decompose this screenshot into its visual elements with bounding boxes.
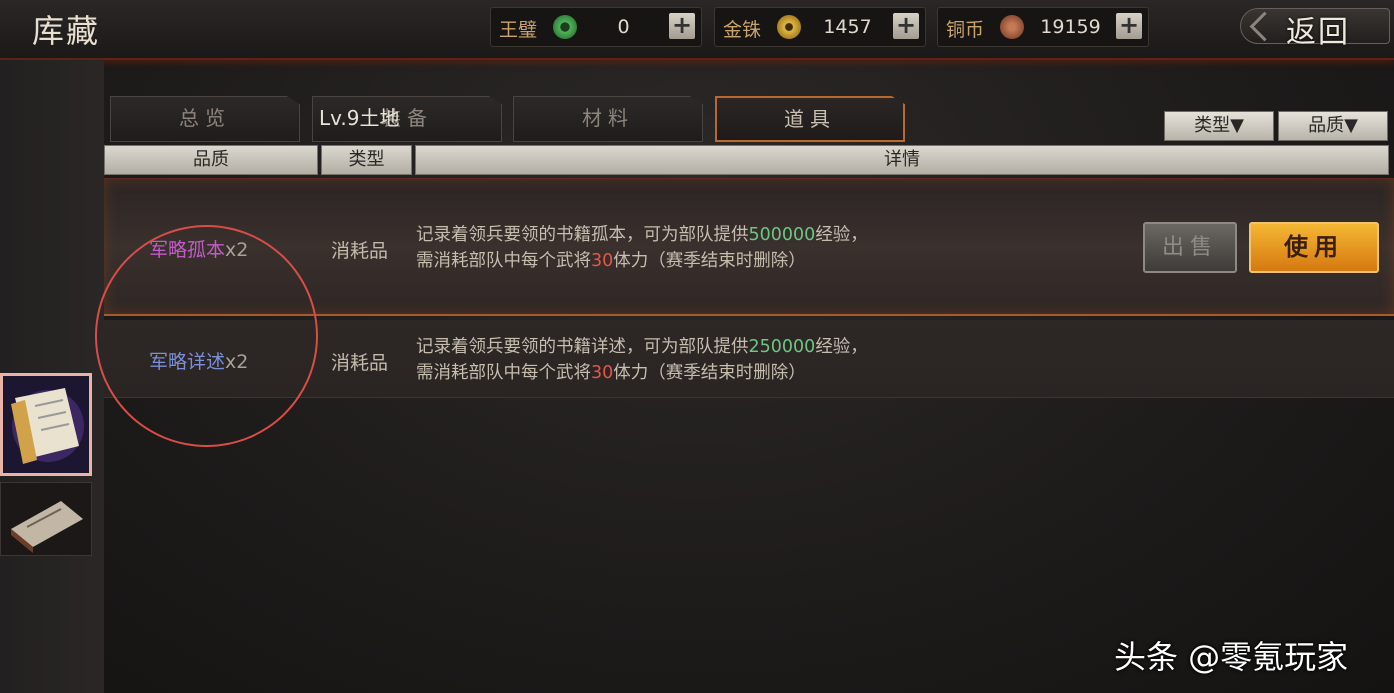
book-icon xyxy=(1,483,91,555)
currency-gold-name: 金铢 xyxy=(723,19,762,41)
exp-value: 250000 xyxy=(748,337,816,357)
item-type: 消耗品 xyxy=(331,352,389,374)
jade-coin-icon xyxy=(553,15,577,39)
column-header-quality: 品质 xyxy=(104,145,318,175)
desc-text: 经验， xyxy=(815,337,868,357)
use-button[interactable]: 使用 xyxy=(1249,222,1379,273)
desc-text: 体力（赛季结束时删除） xyxy=(613,251,806,271)
quality-filter-dropdown[interactable]: 品质▼ xyxy=(1278,111,1388,141)
currency-copper: 铜币 19159 + xyxy=(937,7,1149,47)
tab-overview[interactable]: 总览 xyxy=(110,96,300,142)
currency-jade: 王璧 0 + xyxy=(490,7,702,47)
item-description: 记录着领兵要领的书籍详述，可为部队提供250000经验， 需消耗部队中每个武将3… xyxy=(416,334,1036,386)
tab-overview-label: 总览 xyxy=(179,106,231,130)
tab-items-label: 道具 xyxy=(784,107,836,131)
copper-coin-icon xyxy=(1000,15,1024,39)
item-type: 消耗品 xyxy=(331,240,389,262)
level-overlay-text: Lv.9土地 xyxy=(319,106,400,130)
desc-text: 记录着领兵要领的书籍详述，可为部队提供 xyxy=(416,337,749,357)
sell-button[interactable]: 出售 xyxy=(1143,222,1237,273)
top-bar: 库藏 王璧 0 + 金铢 1457 + 铜币 19159 + 返回 xyxy=(0,0,1394,60)
item-thumbnail-scroll-selected[interactable] xyxy=(0,373,92,476)
gold-coin-icon xyxy=(777,15,801,39)
currency-copper-value: 19159 xyxy=(1040,16,1101,38)
stamina-value: 30 xyxy=(591,363,614,383)
type-filter-dropdown[interactable]: 类型▼ xyxy=(1164,111,1274,141)
stamina-value: 30 xyxy=(591,251,614,271)
currency-jade-name: 王璧 xyxy=(499,19,538,41)
desc-text: 经验， xyxy=(815,225,868,245)
tab-materials-label: 材料 xyxy=(582,106,634,130)
column-header-details: 详情 xyxy=(415,145,1389,175)
add-jade-button[interactable]: + xyxy=(669,13,695,39)
back-label: 返回 xyxy=(1286,15,1350,50)
desc-text: 需消耗部队中每个武将 xyxy=(416,363,591,383)
scroll-book-icon xyxy=(3,376,89,473)
desc-text: 体力（赛季结束时删除） xyxy=(613,363,806,383)
tab-equipment[interactable]: 装备 Lv.9土地 xyxy=(312,96,502,142)
currency-gold-value: 1457 xyxy=(823,16,872,38)
add-gold-button[interactable]: + xyxy=(893,13,919,39)
column-header-type: 类型 xyxy=(321,145,412,175)
currency-gold: 金铢 1457 + xyxy=(714,7,926,47)
tab-items[interactable]: 道具 xyxy=(715,96,905,142)
add-copper-button[interactable]: + xyxy=(1116,13,1142,39)
back-button[interactable]: 返回 xyxy=(1240,4,1390,50)
page-title: 库藏 xyxy=(32,12,101,50)
item-thumbnail-book[interactable] xyxy=(0,482,92,556)
exp-value: 500000 xyxy=(748,225,816,245)
item-description: 记录着领兵要领的书籍孤本，可为部队提供500000经验， 需消耗部队中每个武将3… xyxy=(416,222,1036,274)
desc-text: 记录着领兵要领的书籍孤本，可为部队提供 xyxy=(416,225,749,245)
currency-jade-value: 0 xyxy=(617,16,630,38)
watermark-text: 头条 @零氪玩家 xyxy=(1114,638,1349,676)
annotation-circle xyxy=(95,225,318,447)
desc-text: 需消耗部队中每个武将 xyxy=(416,251,591,271)
tab-materials[interactable]: 材料 xyxy=(513,96,703,142)
currency-copper-name: 铜币 xyxy=(946,19,985,41)
